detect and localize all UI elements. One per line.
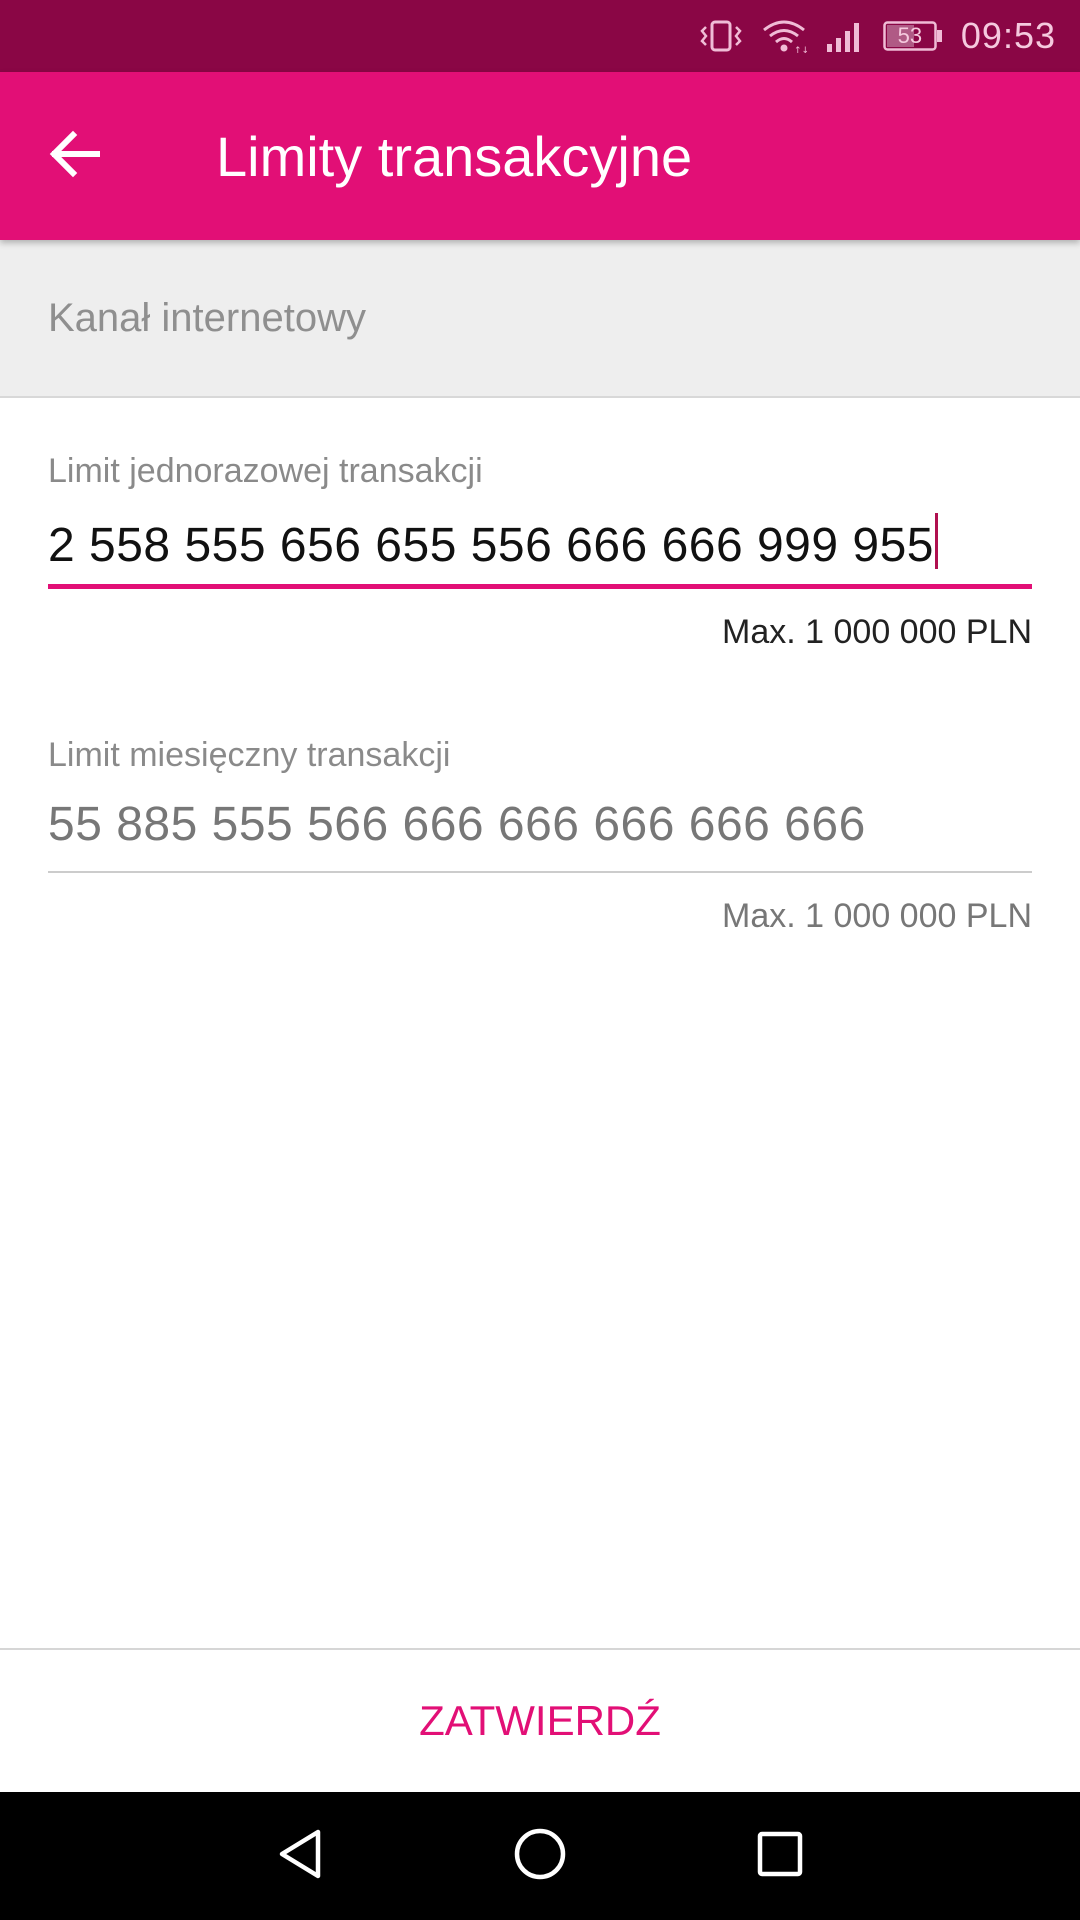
field-hint: Max. 1 000 000 PLN: [722, 897, 1032, 935]
back-triangle-icon: [276, 1828, 324, 1885]
field-value: 55 885 555 566 666 666 666 666 666: [48, 798, 866, 851]
battery-icon: 53: [883, 21, 943, 51]
nav-home-button[interactable]: [490, 1806, 590, 1906]
single-transaction-limit-field: Limit jednorazowej transakcji 2 558 555 …: [48, 452, 1032, 652]
status-bar: ↑↓ 53 09:53: [0, 0, 1080, 72]
svg-text:↑↓: ↑↓: [794, 46, 807, 54]
page-title: Limity transakcyjne: [216, 124, 693, 188]
monthly-transaction-limit-field: Limit miesięczny transakcji 55 885 555 5…: [48, 736, 1032, 936]
field-underline: [48, 871, 1032, 873]
text-caret: [935, 513, 938, 569]
back-button[interactable]: [0, 72, 170, 240]
field-hint: Max. 1 000 000 PLN: [722, 613, 1032, 651]
field-label: Limit jednorazowej transakcji: [48, 452, 483, 490]
field-value: 2 558 555 656 655 556 666 666 999 955: [48, 519, 934, 572]
signal-icon: [825, 18, 865, 54]
monthly-transaction-limit-input[interactable]: 55 885 555 566 666 666 666 666 666: [48, 797, 1032, 873]
app-bar: Limity transakcyjne: [0, 72, 1080, 240]
home-circle-icon: [513, 1827, 567, 1886]
nav-recents-button[interactable]: [730, 1806, 830, 1906]
section-title: Kanał internetowy: [48, 295, 366, 340]
section-header: Kanał internetowy: [0, 240, 1080, 398]
vibrate-icon: [699, 18, 743, 54]
confirm-bar: ZATWIERDŹ: [0, 1648, 1080, 1792]
battery-level: 53: [897, 23, 923, 48]
arrow-back-icon: [49, 130, 101, 183]
field-underline-active: [48, 584, 1032, 589]
status-time: 09:53: [960, 15, 1056, 56]
single-transaction-limit-input[interactable]: 2 558 555 656 655 556 666 666 999 955: [48, 513, 1032, 589]
recents-square-icon: [756, 1830, 804, 1883]
field-label: Limit miesięczny transakcji: [48, 736, 451, 774]
confirm-button[interactable]: ZATWIERDŹ: [379, 1677, 701, 1765]
nav-back-button[interactable]: [250, 1806, 350, 1906]
wifi-icon: ↑↓: [761, 18, 807, 54]
system-nav-bar: [0, 1792, 1080, 1920]
screen: ↑↓ 53 09:53 Limity transakcyjne Kanał in…: [0, 0, 1080, 1920]
